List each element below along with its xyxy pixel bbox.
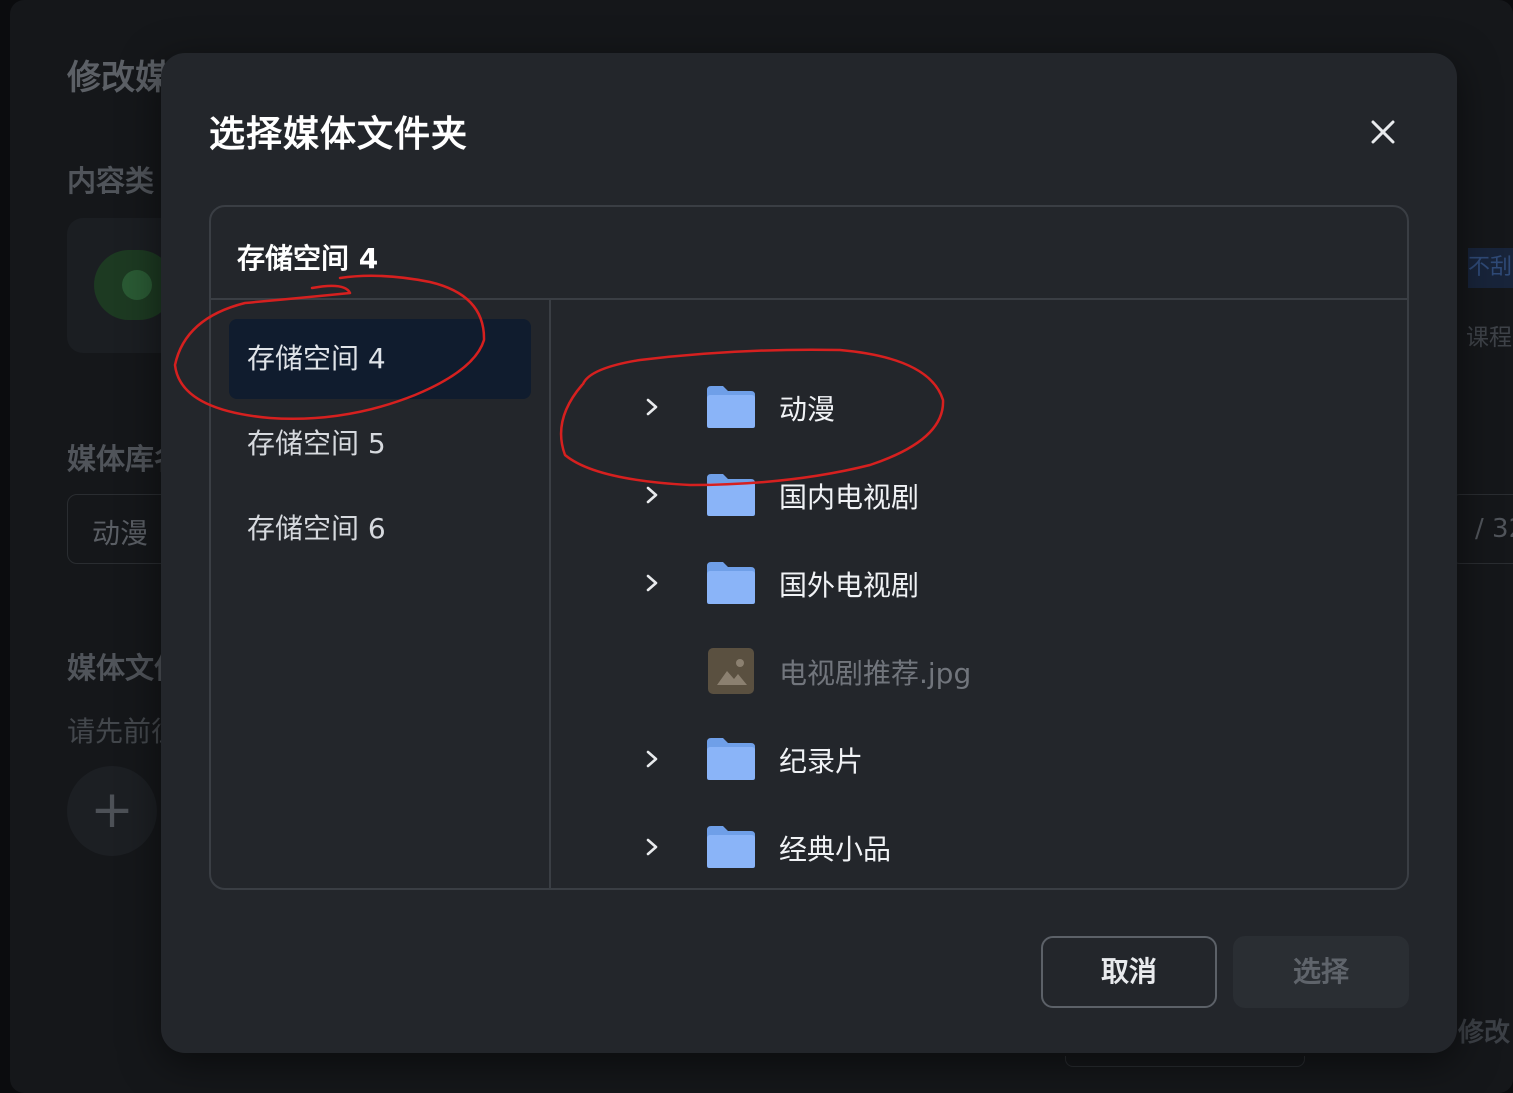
breadcrumb: 存储空间 4	[237, 242, 379, 275]
file-name: 国外电视剧	[779, 569, 920, 602]
expand-chevron-icon[interactable]	[641, 572, 663, 594]
file-name: 国内电视剧	[779, 481, 920, 514]
folder-browser: 存储空间 4 存储空间 4 存储空间 5 存储空间 6 电影 动漫	[209, 205, 1409, 890]
list-item-folder[interactable]: 电影	[551, 300, 1407, 320]
file-name: 动漫	[779, 393, 836, 426]
expand-chevron-icon[interactable]	[641, 396, 663, 418]
storage-item-4[interactable]: 存储空间 4	[229, 319, 531, 399]
add-folder-button[interactable]: +	[67, 766, 157, 856]
right-description-text: 课程等	[1466, 325, 1513, 351]
bottom-button-edge	[1065, 1056, 1305, 1067]
cancel-button[interactable]: 取消	[1041, 936, 1217, 1008]
folder-icon	[705, 824, 757, 870]
image-file-icon	[707, 647, 755, 695]
page-title: 修改媒	[67, 58, 169, 98]
expand-chevron-icon[interactable]	[641, 484, 663, 506]
library-name-value: 动漫	[92, 517, 149, 550]
char-counter: / 32	[1450, 494, 1513, 564]
folder-icon	[705, 560, 757, 606]
select-folder-dialog: 选择媒体文件夹 存储空间 4 存储空间 4 存储空间 5 存储空间 6 电影	[161, 53, 1457, 1053]
browser-header: 存储空间 4	[211, 207, 1407, 300]
list-item-file: 电视剧推荐.jpg	[551, 627, 1407, 715]
list-item-folder[interactable]: 国内电视剧	[551, 451, 1407, 539]
list-item-folder[interactable]: 纪录片	[551, 715, 1407, 803]
storage-list: 存储空间 4 存储空间 5 存储空间 6	[211, 300, 551, 888]
list-item-folder[interactable]: 动漫	[551, 363, 1407, 451]
expand-chevron-icon[interactable]	[641, 748, 663, 770]
file-name: 纪录片	[779, 745, 864, 778]
dialog-title: 选择媒体文件夹	[209, 114, 469, 155]
storage-item-5[interactable]: 存储空间 5	[229, 404, 531, 484]
content-type-label: 内容类	[67, 164, 155, 198]
list-item-folder[interactable]: 经典小品	[551, 803, 1407, 888]
modify-button[interactable]: 修改	[1458, 1012, 1510, 1049]
no-scrape-tag: 不刮削	[1468, 248, 1513, 288]
file-list[interactable]: 电影 动漫 国内电视剧 国外电视剧 电视剧	[551, 300, 1407, 888]
folder-icon	[705, 736, 757, 782]
storage-item-6[interactable]: 存储空间 6	[229, 489, 531, 569]
file-name: 电视剧推荐.jpg	[779, 657, 972, 690]
expand-chevron-icon[interactable]	[641, 836, 663, 858]
folder-icon	[705, 384, 757, 430]
folder-icon	[705, 472, 757, 518]
select-button[interactable]: 选择	[1233, 936, 1409, 1008]
list-item-folder[interactable]: 国外电视剧	[551, 539, 1407, 627]
close-icon	[1371, 120, 1395, 144]
close-button[interactable]	[1358, 107, 1408, 157]
file-name: 经典小品	[779, 833, 892, 866]
